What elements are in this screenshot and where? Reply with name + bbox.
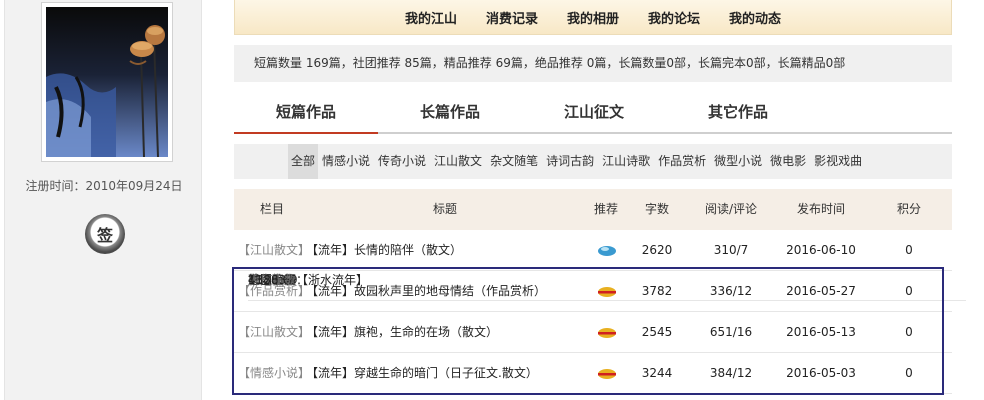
- works-table-header: 栏目 标题 推荐 字数 阅读/评论 发布时间 积分: [234, 189, 952, 230]
- row-score: 0: [905, 284, 913, 298]
- row-date: 2016-06-10: [786, 243, 856, 257]
- header-recommend: 推荐: [593, 202, 618, 216]
- row-read-comment: 310/7: [713, 243, 749, 257]
- category-appreciation[interactable]: 作品赏析: [654, 144, 710, 179]
- header-column: 栏目: [259, 202, 284, 216]
- row-title[interactable]: 【流年】穿越生命的暗门（日子征文.散文）: [306, 353, 538, 394]
- category-emotion-novel[interactable]: 情感小说: [318, 144, 374, 179]
- sign-badge-icon: 签: [85, 214, 125, 254]
- row-column[interactable]: 【江山散文】: [238, 230, 310, 271]
- row-title[interactable]: 【流年】故园秋声里的地母情结（作品赏析）: [306, 271, 546, 312]
- profile-panel: 注册时间：2010年09月24日 签 用户笔名： 芦汀宿雁 用户名望： 举人 管理职…: [4, 0, 966, 400]
- row-date: 2016-05-27: [786, 284, 856, 298]
- red-gem-icon: [592, 353, 622, 394]
- row-date: 2016-05-03: [786, 366, 856, 380]
- row-words: 2620: [641, 243, 673, 257]
- header-title: 标题: [432, 202, 457, 216]
- nav-album[interactable]: 我的相册: [567, 8, 619, 27]
- header-read-comment: 阅读/评论: [704, 202, 758, 216]
- category-classical-poetry[interactable]: 诗词古韵: [542, 144, 598, 179]
- category-filter: 全部 情感小说 传奇小说 江山散文 杂文随笔 诗词古韵 江山诗歌 作品赏析 微型…: [234, 144, 952, 179]
- category-micro-novel[interactable]: 微型小说: [710, 144, 766, 179]
- row-score: 0: [905, 325, 913, 339]
- table-row: 【江山散文】 【流年】旗袍，生命的在场（散文） 2545 651/16 2016…: [234, 312, 952, 353]
- lotus-photo-image: [46, 7, 168, 157]
- nav-forum[interactable]: 我的论坛: [648, 8, 700, 27]
- category-drama[interactable]: 影视戏曲: [810, 144, 866, 179]
- header-score: 积分: [896, 202, 921, 216]
- category-micro-film[interactable]: 微电影: [766, 144, 810, 179]
- stats-bar: 短篇数量 169篇，社团推荐 85篇，精品推荐 69篇，绝品推荐 0篇，长篇数量…: [234, 45, 952, 82]
- row-words: 2545: [641, 325, 673, 339]
- register-time: 注册时间：2010年09月24日: [25, 179, 183, 193]
- nav-my-jiangshan[interactable]: 我的江山: [405, 8, 457, 27]
- blue-gem-icon: [592, 230, 622, 271]
- top-nav: 我的江山 消费记录 我的相册 我的论坛 我的动态: [234, 0, 952, 35]
- nav-activity[interactable]: 我的动态: [729, 8, 781, 27]
- row-column[interactable]: 【江山散文】: [238, 312, 310, 353]
- red-gem-icon: [592, 271, 622, 312]
- row-read-comment: 384/12: [709, 366, 753, 380]
- header-date: 发布时间: [796, 202, 845, 216]
- tab-short-works[interactable]: 短篇作品: [234, 92, 378, 134]
- row-column[interactable]: 【情感小说】: [238, 353, 310, 394]
- row-title[interactable]: 【流年】长情的陪伴（散文）: [306, 230, 462, 271]
- tab-other-works[interactable]: 其它作品: [666, 92, 810, 134]
- row-date: 2016-05-13: [786, 325, 856, 339]
- table-row: 【作品赏析】 【流年】故园秋声里的地母情结（作品赏析） 3782 336/12 …: [234, 271, 952, 312]
- tab-contest[interactable]: 江山征文: [522, 92, 666, 134]
- row-read-comment: 651/16: [709, 325, 753, 339]
- table-row: 【情感小说】 【流年】穿越生命的暗门（日子征文.散文） 3244 384/12 …: [234, 353, 952, 394]
- category-all[interactable]: 全部: [288, 144, 319, 179]
- table-row: 【江山散文】 【流年】长情的陪伴（散文） 2620 310/7 2016-06-…: [234, 230, 952, 271]
- row-words: 3782: [641, 284, 673, 298]
- row-read-comment: 336/12: [709, 284, 753, 298]
- category-legend-novel[interactable]: 传奇小说: [374, 144, 430, 179]
- category-poetry[interactable]: 江山诗歌: [598, 144, 654, 179]
- works-tabs: 短篇作品 长篇作品 江山征文 其它作品: [234, 92, 952, 134]
- nav-consumption[interactable]: 消费记录: [486, 8, 538, 27]
- category-prose[interactable]: 江山散文: [430, 144, 486, 179]
- row-title[interactable]: 【流年】旗袍，生命的在场（散文）: [306, 312, 498, 353]
- header-words: 字数: [644, 202, 669, 216]
- red-gem-icon: [592, 312, 622, 353]
- category-essay[interactable]: 杂文随笔: [486, 144, 542, 179]
- row-column[interactable]: 【作品赏析】: [238, 271, 310, 312]
- tab-long-works[interactable]: 长篇作品: [378, 92, 522, 134]
- row-score: 0: [905, 366, 913, 380]
- row-score: 0: [905, 243, 913, 257]
- avatar[interactable]: [41, 2, 173, 162]
- row-words: 3244: [641, 366, 673, 380]
